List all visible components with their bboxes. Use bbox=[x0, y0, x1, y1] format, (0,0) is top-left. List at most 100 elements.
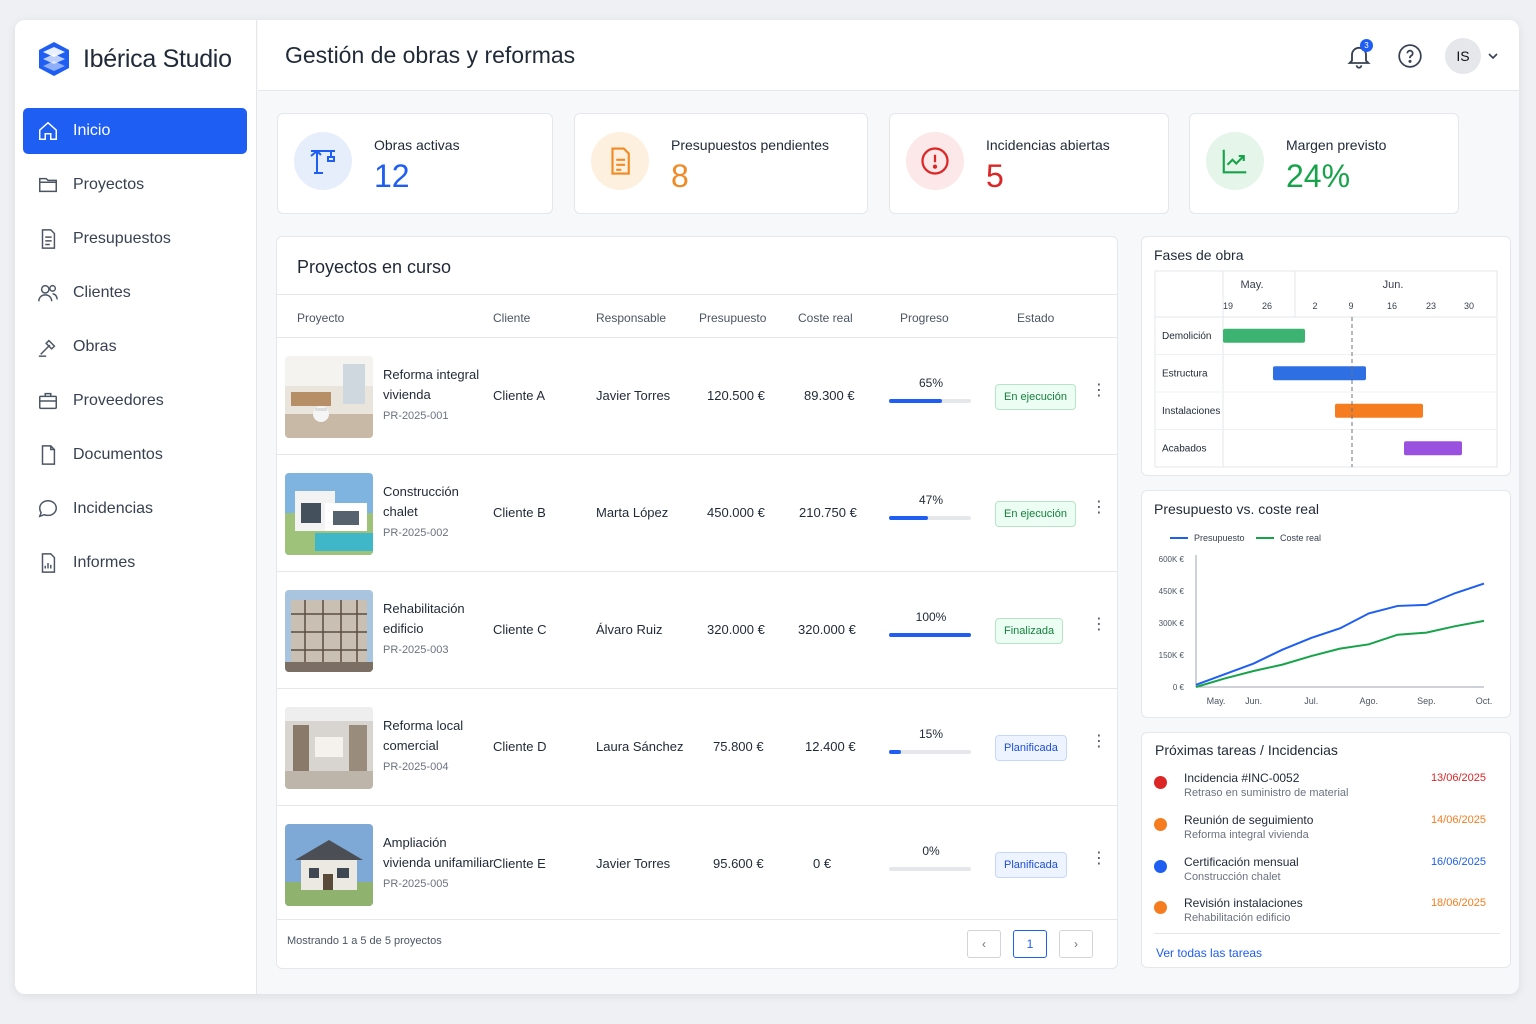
x-tick-label: Sep. bbox=[1417, 696, 1436, 706]
client-cell: Cliente C bbox=[493, 622, 547, 637]
progress-fill bbox=[889, 750, 902, 754]
row-menu-button[interactable]: ⋮ bbox=[1091, 383, 1107, 399]
row-menu-button[interactable]: ⋮ bbox=[1091, 500, 1107, 516]
project-code: PR-2025-002 bbox=[383, 527, 449, 539]
column-header: Estado bbox=[1017, 311, 1055, 325]
manager-cell: Javier Torres bbox=[596, 388, 671, 403]
sidebar-item-label: Documentos bbox=[73, 446, 163, 463]
gantt-day-label: 2 bbox=[1312, 301, 1317, 311]
progress-label: 100% bbox=[915, 610, 947, 624]
chat-icon bbox=[38, 500, 57, 518]
crane-icon bbox=[294, 132, 352, 190]
kpi-value: 8 bbox=[671, 158, 689, 194]
sidebar-item-documentos[interactable]: Documentos bbox=[23, 432, 247, 478]
status-dot bbox=[1154, 901, 1167, 914]
task-item[interactable]: Certificación mensual Construcción chale… bbox=[1154, 855, 1490, 897]
project-code: PR-2025-003 bbox=[383, 644, 449, 656]
status-badge: En ejecución bbox=[995, 384, 1076, 410]
sidebar-item-proveedores[interactable]: Proveedores bbox=[23, 378, 247, 424]
project-name[interactable]: Construcción chalet PR-2025-002 bbox=[383, 482, 495, 544]
help-icon[interactable] bbox=[1397, 43, 1423, 69]
next-page-button[interactable]: › bbox=[1059, 930, 1093, 958]
tasks-title: Próximas tareas / Incidencias bbox=[1155, 742, 1338, 758]
table-row[interactable]: Reforma integral vivienda PR-2025-001 Cli… bbox=[277, 337, 1117, 454]
kpi-incidencias-abiertas: Incidencias abiertas 5 bbox=[889, 113, 1169, 214]
kpi-value: 5 bbox=[986, 158, 1004, 194]
column-header: Coste real bbox=[798, 311, 853, 325]
project-name[interactable]: Ampliación vivienda unifamiliar PR-2025-0… bbox=[383, 833, 495, 895]
status-dot bbox=[1154, 860, 1167, 873]
sidebar-item-label: Clientes bbox=[73, 284, 131, 301]
project-name[interactable]: Reforma integral vivienda PR-2025-001 bbox=[383, 365, 495, 427]
gantt-phase-label: Estructura bbox=[1162, 368, 1208, 379]
header-actions: 3 IS bbox=[1345, 38, 1499, 74]
budget-cell: 450.000 € bbox=[707, 505, 765, 520]
project-name[interactable]: Reforma local comercial PR-2025-004 bbox=[383, 716, 495, 778]
logo[interactable]: Ibérica Studio bbox=[35, 40, 232, 78]
cost-cell: 89.300 € bbox=[804, 388, 855, 403]
client-cell: Cliente D bbox=[493, 739, 547, 754]
y-tick-label: 450K € bbox=[1159, 587, 1185, 596]
task-item[interactable]: Reunión de seguimiento Reforma integral … bbox=[1154, 813, 1490, 855]
prev-page-button[interactable]: ‹ bbox=[967, 930, 1001, 958]
task-title: Reunión de seguimiento bbox=[1184, 813, 1314, 827]
file-icon bbox=[41, 445, 56, 465]
sidebar-nav: Inicio Proyectos Presupuestos Clientes O… bbox=[23, 108, 247, 594]
view-all-tasks-link[interactable]: Ver todas las tareas bbox=[1156, 946, 1262, 960]
sidebar-item-incidencias[interactable]: Incidencias bbox=[23, 486, 247, 532]
chevron-down-icon bbox=[1488, 53, 1498, 60]
kpi-label: Presupuestos pendientes bbox=[671, 137, 829, 153]
progress-bar bbox=[889, 633, 971, 637]
column-header: Proyecto bbox=[297, 311, 345, 325]
task-date: 16/06/2025 bbox=[1430, 856, 1486, 868]
page-button[interactable]: 1 bbox=[1013, 930, 1047, 958]
notifications-button[interactable]: 3 bbox=[1345, 39, 1375, 71]
series-line bbox=[1195, 619, 1485, 688]
gantt-day-label: 23 bbox=[1426, 301, 1436, 311]
alert-icon bbox=[906, 132, 964, 190]
progress-label: 65% bbox=[918, 376, 944, 390]
cost-cell: 320.000 € bbox=[798, 622, 856, 637]
table-row[interactable]: Ampliación vivienda unifamiliar PR-2025-0… bbox=[277, 805, 1117, 922]
table-row[interactable]: Rehabilitación edificio PR-2025-003 Clien… bbox=[277, 571, 1117, 688]
sidebar-item-obras[interactable]: Obras bbox=[23, 324, 247, 370]
progress-bar bbox=[889, 516, 971, 520]
sidebar-item-presupuestos[interactable]: Presupuestos bbox=[23, 216, 247, 262]
trend-up-icon bbox=[1206, 132, 1264, 190]
logo-icon bbox=[39, 42, 69, 76]
sidebar-item-label: Incidencias bbox=[73, 500, 154, 517]
column-header: Responsable bbox=[596, 311, 667, 325]
project-name-text: Ampliación vivienda unifamiliar bbox=[383, 835, 494, 870]
x-tick-label: May. bbox=[1207, 696, 1226, 706]
project-name-text: Rehabilitación edificio bbox=[383, 601, 465, 636]
user-menu[interactable]: IS bbox=[1445, 38, 1499, 74]
gantt-card: Fases de obra May. Jun. 19 26 2 9 16 23 30 Demoli… bbox=[1141, 236, 1511, 476]
task-item[interactable]: Revisión instalaciones Rehabilitación ed… bbox=[1154, 896, 1490, 938]
row-menu-button[interactable]: ⋮ bbox=[1091, 617, 1107, 633]
sidebar-item-informes[interactable]: Informes bbox=[23, 540, 247, 586]
table-row[interactable]: Construcción chalet PR-2025-002 Cliente B… bbox=[277, 454, 1117, 571]
table-row[interactable]: Reforma local comercial PR-2025-004 Clien… bbox=[277, 688, 1117, 805]
sidebar: Ibérica Studio Inicio Proyectos Presupue… bbox=[15, 20, 257, 994]
sidebar-item-proyectos[interactable]: Proyectos bbox=[23, 162, 247, 208]
sidebar-item-clientes[interactable]: Clientes bbox=[23, 270, 247, 316]
page-title: Gestión de obras y reformas bbox=[285, 42, 576, 68]
pagination-summary: Mostrando 1 a 5 de 5 proyectos bbox=[287, 935, 442, 947]
progress-fill bbox=[889, 633, 971, 637]
budget-cell: 95.600 € bbox=[713, 856, 764, 871]
projects-title: Proyectos en curso bbox=[297, 257, 452, 277]
kpi-presupuestos-pendientes: Presupuestos pendientes 8 bbox=[574, 113, 868, 214]
row-menu-button[interactable]: ⋮ bbox=[1091, 734, 1107, 750]
divider bbox=[277, 294, 1117, 295]
projects-card: Proyectos en curso Proyecto Cliente Resp… bbox=[276, 236, 1118, 969]
row-menu-button[interactable]: ⋮ bbox=[1091, 851, 1107, 867]
task-item[interactable]: Incidencia #INC-0052 Retraso en suminist… bbox=[1154, 771, 1490, 813]
home-icon bbox=[39, 121, 57, 140]
task-title: Incidencia #INC-0052 bbox=[1184, 771, 1300, 785]
gantt-bar bbox=[1223, 328, 1305, 343]
project-name[interactable]: Rehabilitación edificio PR-2025-003 bbox=[383, 599, 495, 661]
sidebar-item-label: Obras bbox=[73, 338, 117, 355]
status-dot bbox=[1154, 776, 1167, 789]
sidebar-item-inicio[interactable]: Inicio bbox=[23, 108, 247, 154]
manager-cell: Laura Sánchez bbox=[596, 739, 684, 754]
